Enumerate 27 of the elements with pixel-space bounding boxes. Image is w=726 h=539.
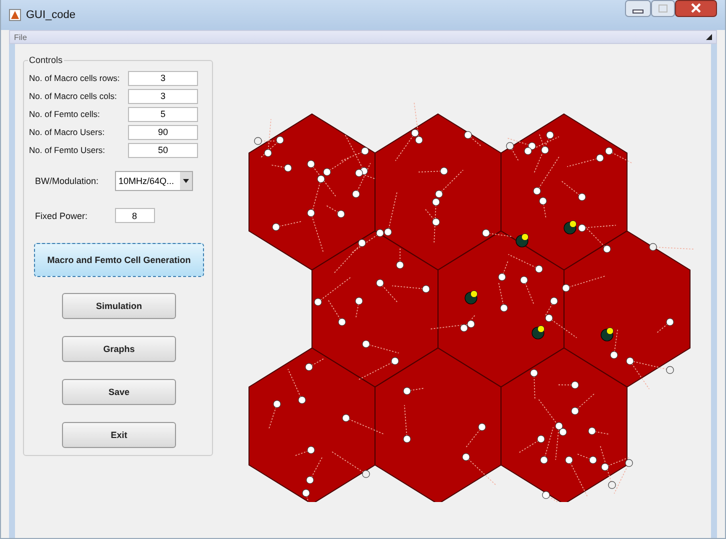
action-button[interactable]: Save <box>62 379 176 405</box>
menu-item[interactable]: File <box>14 32 27 42</box>
field-label: No. of Femto Users: <box>29 145 106 155</box>
field-label: No. of Femto cells: <box>29 109 101 119</box>
field-label: BW/Modulation: <box>35 176 99 186</box>
window-title: GUI_code <box>26 9 76 21</box>
field-label: Fixed Power: <box>35 210 88 220</box>
action-button[interactable]: Macro and Femto Cell Generation <box>34 243 204 277</box>
input-field[interactable]: 50 <box>128 142 198 158</box>
field-label: No. of Macro cells rows: <box>29 73 121 83</box>
action-button[interactable]: Graphs <box>62 336 176 362</box>
input-field[interactable]: 8 <box>114 208 155 223</box>
dock-arrow-icon[interactable] <box>706 34 712 40</box>
minimize-icon[interactable] <box>625 0 651 17</box>
close-icon[interactable] <box>675 0 717 17</box>
panel-title: Controls <box>28 55 64 65</box>
dropdown-arrow-icon <box>182 179 189 183</box>
app-icon <box>9 9 21 21</box>
action-button[interactable]: Exit <box>62 422 176 448</box>
input-field[interactable]: 5 <box>128 106 198 122</box>
modulation-dropdown[interactable]: 10MHz/64Q... <box>114 171 193 191</box>
input-field[interactable]: 3 <box>128 70 198 86</box>
field-label: No. of Macro cells cols: <box>29 91 118 101</box>
input-field[interactable]: 90 <box>128 124 198 140</box>
field-label: No. of Macro Users: <box>29 127 106 137</box>
action-button[interactable]: Simulation <box>62 293 176 319</box>
input-field[interactable]: 3 <box>128 88 198 104</box>
